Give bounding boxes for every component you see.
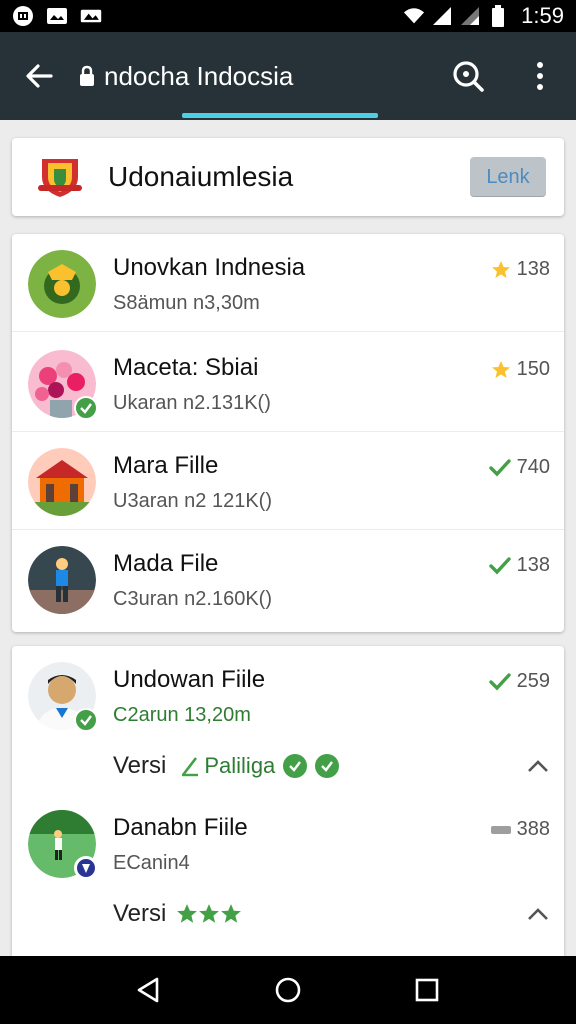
item-title: Maceta: Sbiai — [113, 354, 259, 381]
image-icon — [46, 6, 68, 26]
version-row: Versi Paliliga — [113, 746, 553, 786]
item-rating: 150 — [491, 358, 550, 381]
item-count: 740 — [516, 456, 550, 478]
item-subtitle: U3aran n2 121K() — [113, 490, 272, 512]
avatar — [28, 250, 96, 318]
nav-back-button[interactable] — [119, 960, 179, 1020]
more-vert-icon — [537, 62, 543, 90]
item-title: Mara Fille — [113, 452, 219, 479]
item-subtitle: ECanin4 — [113, 852, 190, 874]
nav-recents-icon — [415, 978, 438, 1002]
star-icon — [177, 904, 198, 923]
item-count: 138 — [516, 554, 550, 576]
avatar — [28, 546, 96, 614]
item-rating: 138 — [491, 258, 550, 281]
back-button[interactable] — [0, 32, 78, 120]
check-circle-icon — [283, 754, 308, 778]
item-title: Undowan Fiile — [113, 666, 266, 693]
url-bar[interactable]: ndocha Indocsia — [78, 32, 293, 120]
link-button[interactable]: Lenk — [470, 157, 546, 197]
version-link[interactable]: Paliliga — [180, 753, 275, 779]
list-item[interactable]: Maceta: Sbiai Ukaran n2.131K() 150 — [12, 334, 564, 432]
check-circle-icon — [315, 754, 340, 778]
app-bar: ndocha Indocsia — [0, 32, 576, 120]
nav-recents-button[interactable] — [397, 960, 457, 1020]
item-storage: 388 — [490, 818, 550, 841]
coat-of-arms-logo — [38, 159, 82, 197]
version-link-label: Paliliga — [204, 753, 276, 778]
lock-icon — [80, 65, 94, 86]
item-subtitle: C2arun 13,20m — [113, 704, 251, 726]
system-nav-bar — [0, 956, 576, 1024]
verified-badge — [74, 708, 98, 732]
edit-icon — [182, 757, 199, 777]
check-icon — [488, 556, 511, 574]
item-title: Danabn Fiile — [113, 814, 248, 841]
list-item[interactable]: Mara Fille U3aran n2 121K() 740 — [12, 432, 564, 530]
item-title: Unovkan Indnesia — [113, 254, 306, 281]
file-list: Unovkan Indnesia S8ämun n3,30m 138 Macet… — [12, 234, 564, 632]
header-card: Udonaiumlesia Lenk — [12, 138, 564, 216]
item-count: 150 — [516, 358, 550, 380]
check-icon — [488, 672, 511, 690]
avatar — [28, 448, 96, 516]
check-icon — [80, 715, 92, 726]
status-bar: 1:59 — [0, 0, 576, 32]
item-count: 388 — [516, 818, 550, 840]
star-icon — [221, 904, 242, 923]
more-options-button[interactable] — [504, 32, 576, 120]
wifi-icon — [403, 6, 425, 26]
item-subtitle: Ukaran n2.131K() — [113, 392, 271, 414]
header-title: Udonaiumlesia — [108, 161, 294, 192]
item-subtitle: C3uran n2.160K() — [113, 588, 272, 610]
version-row: Versi — [113, 894, 553, 934]
nav-back-icon — [138, 977, 159, 1003]
check-icon — [488, 458, 511, 476]
url-text: ndocha Indocsia — [104, 60, 294, 91]
search-button[interactable] — [432, 32, 504, 120]
item-title: Mada File — [113, 550, 219, 577]
globe-icon — [77, 859, 95, 877]
status-time: 1:59 — [521, 3, 564, 28]
verified-badge — [74, 396, 98, 420]
battery-icon — [487, 5, 509, 27]
item-count: 138 — [516, 258, 550, 280]
list-item[interactable]: Mada File C3uran n2.160K() 138 — [12, 530, 564, 628]
version-label: Versi — [113, 900, 167, 927]
chevron-up-icon[interactable] — [523, 751, 553, 781]
nav-home-icon — [275, 977, 301, 1003]
file-list-expanded: Undowan Fiile C2arun 13,20m 259 Versi Pa… — [12, 646, 564, 956]
item-verified: 138 — [488, 554, 550, 577]
item-subtitle: S8ämun n3,30m — [113, 292, 260, 314]
globe-badge — [74, 856, 98, 880]
gallery-icon — [80, 6, 102, 26]
star-icon — [199, 904, 220, 923]
version-label: Versi — [113, 752, 167, 779]
list-item[interactable]: Undowan Fiile C2arun 13,20m 259 Versi Pa… — [12, 646, 564, 796]
check-icon — [80, 403, 92, 414]
item-verified: 740 — [488, 456, 550, 479]
signal-icon — [431, 6, 453, 26]
item-count: 259 — [516, 670, 550, 692]
search-icon — [453, 61, 484, 92]
sim-card-icon — [12, 6, 34, 26]
list-item[interactable]: Unovkan Indnesia S8ämun n3,30m 138 — [12, 234, 564, 332]
chevron-up-icon[interactable] — [523, 899, 553, 929]
star-icon — [491, 260, 510, 278]
tab-indicator — [182, 113, 378, 118]
item-verified: 259 — [488, 670, 550, 693]
back-arrow-icon — [26, 64, 53, 88]
bar-icon — [490, 825, 511, 834]
list-item[interactable]: Danabn Fiile ECanin4 388 Versi — [12, 794, 564, 956]
star-icon — [491, 360, 510, 378]
rating-stars — [176, 903, 242, 925]
nav-home-button[interactable] — [258, 960, 318, 1020]
signal-icon — [459, 6, 481, 26]
